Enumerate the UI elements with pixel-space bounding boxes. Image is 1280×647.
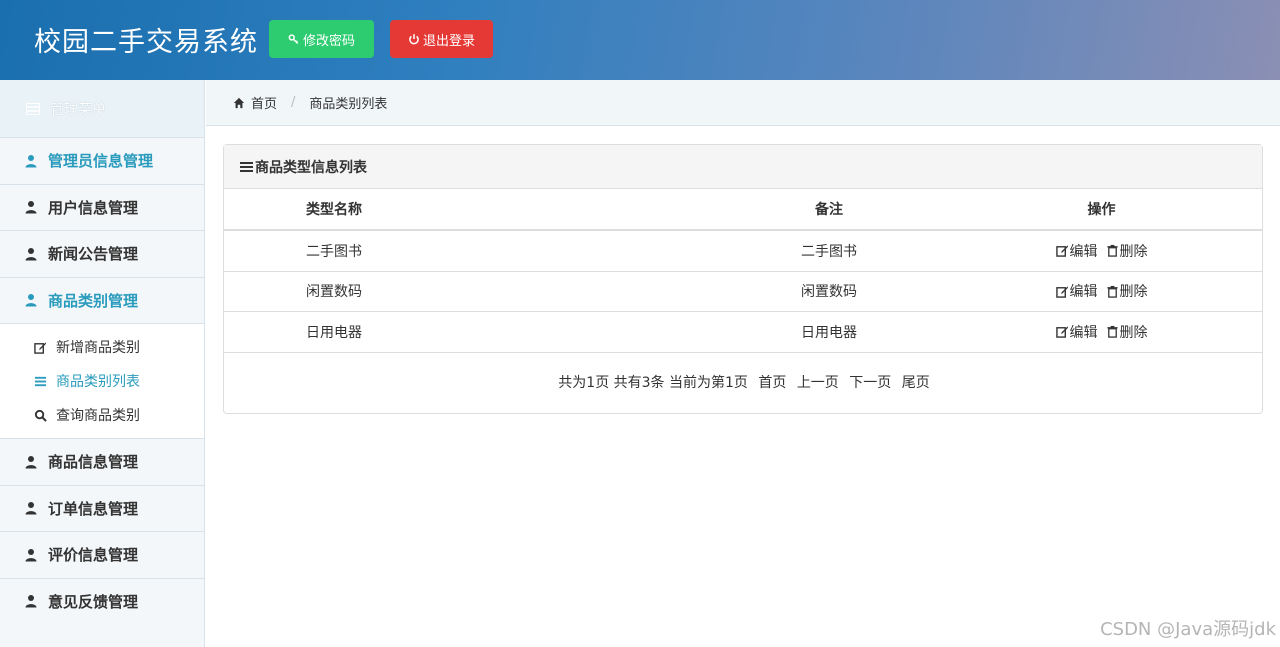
category-name-cell: 闲置数码 bbox=[306, 284, 362, 301]
trash-icon bbox=[1106, 245, 1118, 257]
list-icon bbox=[34, 376, 47, 386]
change-password-label: 修改密码 bbox=[302, 33, 355, 49]
row-actions: 编辑 删除 bbox=[1044, 231, 1159, 271]
pagination-summary: 共为1页 共有3条 当前为第1页 bbox=[558, 375, 748, 391]
sidebar-item-label: 商品信息管理 bbox=[48, 453, 139, 472]
delete-label: 删除 bbox=[1119, 284, 1148, 301]
category-note-cell: 日用电器 bbox=[801, 324, 857, 341]
edit-icon bbox=[1055, 245, 1068, 258]
trash-icon bbox=[1106, 326, 1118, 338]
logout-label: 退出登录 bbox=[422, 33, 475, 49]
edit-icon bbox=[34, 341, 47, 354]
user-icon bbox=[25, 154, 37, 168]
table-row: 日用电器 日用电器 编辑 删除 bbox=[224, 312, 1262, 353]
pagination-last[interactable]: 尾页 bbox=[902, 375, 930, 391]
delete-link[interactable]: 删除 bbox=[1106, 241, 1148, 261]
panel-header: 商品类型信息列表 bbox=[224, 145, 1262, 189]
change-password-button[interactable]: 修改密码 bbox=[269, 20, 374, 58]
sidebar-item-label: 用户信息管理 bbox=[48, 198, 139, 217]
edit-label: 编辑 bbox=[1069, 324, 1098, 341]
submenu-label: 查询商品类别 bbox=[56, 408, 140, 424]
delete-label: 删除 bbox=[1119, 324, 1148, 341]
logout-button[interactable]: 退出登录 bbox=[390, 20, 493, 58]
column-header-name: 类型名称 bbox=[306, 202, 362, 218]
sidebar-item-goods[interactable]: 商品信息管理 bbox=[0, 438, 204, 485]
sidebar-item-label: 新闻公告管理 bbox=[48, 245, 139, 264]
category-submenu: 新增商品类别 商品类别列表 查询商品类别 bbox=[0, 323, 204, 438]
edit-label: 编辑 bbox=[1069, 243, 1098, 260]
edit-label: 编辑 bbox=[1069, 284, 1098, 301]
user-icon bbox=[25, 548, 37, 562]
app-title: 校园二手交易系统 bbox=[34, 27, 258, 58]
sidebar-item-label: 意见反馈管理 bbox=[48, 592, 139, 611]
column-header-actions: 操作 bbox=[1087, 202, 1116, 218]
edit-link[interactable]: 编辑 bbox=[1055, 241, 1098, 261]
category-note-cell: 闲置数码 bbox=[801, 284, 857, 301]
pagination: 共为1页 共有3条 当前为第1页 首页 上一页 下一页 尾页 bbox=[224, 372, 1264, 392]
sidebar-item-label: 订单信息管理 bbox=[48, 499, 139, 518]
table-header-row: 类型名称 备注 操作 bbox=[224, 189, 1262, 231]
user-icon bbox=[25, 247, 37, 261]
sidebar-item-users[interactable]: 用户信息管理 bbox=[0, 183, 204, 230]
sidebar: 管理菜单 管理员信息管理 用户信息管理 新闻公告管理 商品类别管理 新增商品类别… bbox=[0, 80, 205, 647]
sidebar-item-feedback[interactable]: 意见反馈管理 bbox=[0, 577, 204, 624]
top-header: 校园二手交易系统 修改密码 退出登录 bbox=[0, 0, 1280, 80]
edit-link[interactable]: 编辑 bbox=[1055, 281, 1098, 301]
trash-icon bbox=[1106, 285, 1118, 298]
power-icon bbox=[409, 34, 419, 45]
edit-icon bbox=[1055, 326, 1068, 339]
pagination-next[interactable]: 下一页 bbox=[849, 375, 891, 391]
sidebar-item-label: 评价信息管理 bbox=[48, 546, 139, 565]
home-icon bbox=[233, 97, 245, 108]
submenu-label: 商品类别列表 bbox=[56, 374, 140, 390]
sidebar-menu-title: 管理菜单 bbox=[50, 101, 106, 118]
sidebar-item-category[interactable]: 商品类别管理 bbox=[0, 276, 204, 323]
user-icon bbox=[25, 502, 37, 515]
submenu-item-search-category[interactable]: 查询商品类别 bbox=[0, 398, 204, 432]
search-icon bbox=[34, 409, 47, 422]
delete-label: 删除 bbox=[1119, 243, 1148, 260]
sidebar-menu-header: 管理菜单 bbox=[0, 80, 204, 137]
table-row: 二手图书 二手图书 编辑 删除 bbox=[224, 231, 1262, 272]
sidebar-item-label: 管理员信息管理 bbox=[48, 152, 154, 171]
user-icon bbox=[25, 455, 37, 469]
sidebar-item-news[interactable]: 新闻公告管理 bbox=[0, 230, 204, 277]
row-actions: 编辑 删除 bbox=[1044, 312, 1159, 352]
breadcrumb-home[interactable]: 首页 bbox=[251, 93, 277, 112]
category-name-cell: 二手图书 bbox=[306, 243, 362, 260]
category-list-panel: 商品类型信息列表 类型名称 备注 操作 二手图书 二手图书 编辑 删除 闲置数码… bbox=[223, 144, 1263, 414]
edit-link[interactable]: 编辑 bbox=[1055, 322, 1098, 342]
pagination-first[interactable]: 首页 bbox=[758, 375, 786, 391]
pagination-prev[interactable]: 上一页 bbox=[797, 375, 839, 391]
category-note-cell: 二手图书 bbox=[801, 243, 857, 260]
delete-link[interactable]: 删除 bbox=[1106, 322, 1148, 342]
user-icon bbox=[25, 201, 37, 214]
table-row: 闲置数码 闲置数码 编辑 删除 bbox=[224, 272, 1262, 312]
sidebar-item-label: 商品类别管理 bbox=[48, 291, 139, 310]
user-icon bbox=[25, 294, 37, 307]
sidebar-item-orders[interactable]: 订单信息管理 bbox=[0, 484, 204, 531]
breadcrumb: 首页 / 商品类别列表 bbox=[206, 80, 1280, 126]
delete-link[interactable]: 删除 bbox=[1106, 281, 1148, 301]
row-actions: 编辑 删除 bbox=[1044, 272, 1159, 312]
sidebar-item-admin[interactable]: 管理员信息管理 bbox=[0, 137, 204, 184]
column-header-note: 备注 bbox=[815, 202, 843, 218]
key-icon bbox=[288, 34, 299, 45]
sidebar-item-reviews[interactable]: 评价信息管理 bbox=[0, 531, 204, 578]
submenu-item-add-category[interactable]: 新增商品类别 bbox=[0, 330, 204, 364]
breadcrumb-current: 商品类别列表 bbox=[309, 97, 388, 112]
menu-icon bbox=[26, 102, 40, 115]
submenu-label: 新增商品类别 bbox=[56, 340, 140, 356]
user-icon bbox=[25, 595, 37, 608]
submenu-item-category-list[interactable]: 商品类别列表 bbox=[0, 364, 204, 398]
watermark: CSDN @Java源码jdk bbox=[1100, 619, 1276, 640]
breadcrumb-separator: / bbox=[291, 95, 296, 110]
panel-title: 商品类型信息列表 bbox=[255, 159, 367, 176]
list-icon bbox=[240, 161, 253, 172]
category-name-cell: 日用电器 bbox=[306, 324, 362, 341]
edit-icon bbox=[1055, 286, 1068, 298]
